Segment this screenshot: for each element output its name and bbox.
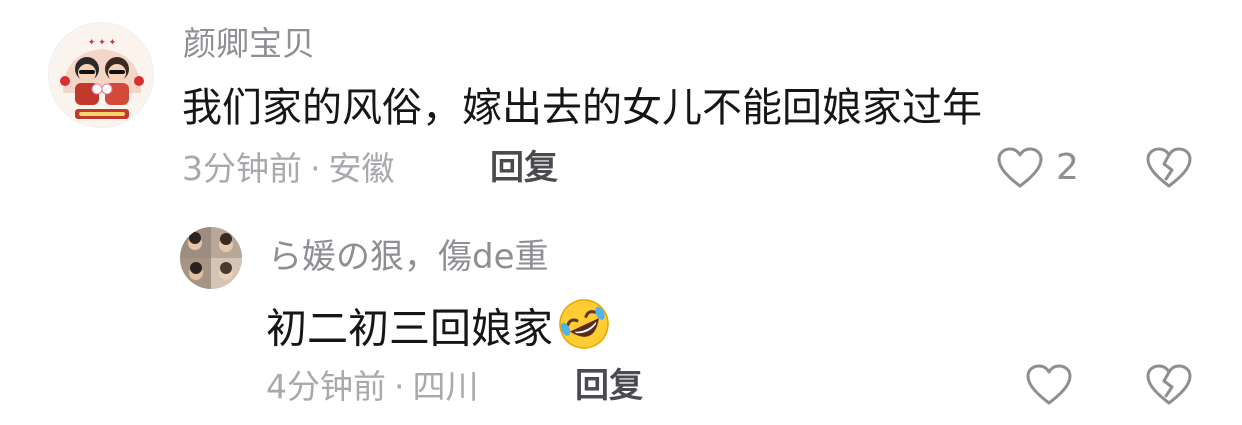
meta-separator: · [394,367,405,406]
like-button[interactable]: 2 [996,146,1079,190]
comment-time: 3分钟前 [182,149,302,188]
reply-button[interactable]: 回复 [575,369,643,403]
reply-text-line: 初二初三回娘家 [266,299,611,362]
group-photo-avatar-icon [180,227,242,289]
couple-avatar-icon: ✦ ✦ ✦ [49,23,153,127]
user-avatar[interactable] [180,227,242,289]
comment-username[interactable]: 颜卿宝贝 [183,27,315,60]
heart-icon [997,147,1043,188]
user-avatar[interactable]: ✦ ✦ ✦ [48,22,154,128]
reply-meta: 4分钟前 · 四川 [266,370,479,403]
reply-button[interactable]: 回复 [490,151,558,185]
meta-separator: · [310,149,321,188]
broken-heart-icon [1146,364,1192,405]
reply-username[interactable]: ら媛の狠，傷de重 [268,240,549,274]
reply-time: 4分钟前 [266,367,386,406]
like-count: 2 [1056,147,1079,188]
reply-item: ら媛の狠，傷de重 初二初三回娘家 4分钟前 · 四川 回复 [0,210,1242,425]
rolling-on-floor-laughing-emoji [557,297,611,358]
svg-text:✦ ✦ ✦: ✦ ✦ ✦ [88,38,117,48]
comment-text: 我们家的风俗，嫁出去的女儿不能回娘家过年 [182,85,982,131]
reply-location: 四川 [412,367,479,406]
comment-item: ✦ ✦ ✦ 颜卿宝贝 我们家的风俗，嫁出去的女儿不能回娘家过年 3分钟前 · 安徽 … [0,0,1242,210]
comment-location: 安徽 [328,149,395,188]
dislike-button[interactable] [1145,363,1193,411]
like-button[interactable] [1025,363,1085,407]
reply-text: 初二初三回娘家 [266,304,553,353]
dislike-button[interactable] [1145,146,1193,194]
heart-icon [1026,364,1072,405]
comment-meta: 3分钟前 · 安徽 [182,152,395,185]
broken-heart-icon [1146,147,1192,188]
